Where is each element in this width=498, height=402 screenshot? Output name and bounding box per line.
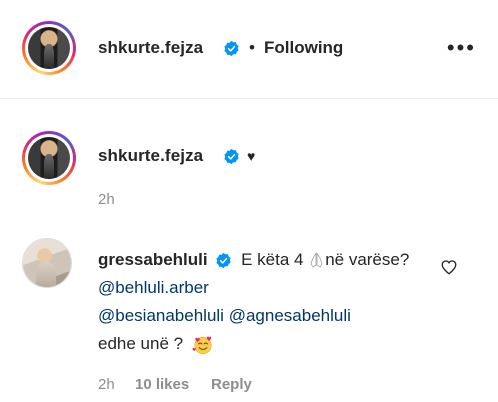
caption-text: ♥	[247, 148, 256, 164]
caption-avatar[interactable]	[22, 131, 76, 185]
mention-link[interactable]: @behluli.arber	[98, 278, 209, 297]
mention-link[interactable]: @besianabehluli	[98, 306, 224, 325]
following-button[interactable]: Following	[264, 38, 343, 58]
header-username[interactable]: shkurte.fejza	[98, 38, 203, 58]
post-header: shkurte.fejza • Following •••	[0, 0, 498, 98]
caption-username[interactable]: shkurte.fejza	[98, 146, 203, 166]
author-avatar[interactable]	[22, 21, 76, 75]
verified-badge-icon	[224, 40, 239, 57]
comment-time[interactable]: 2h	[98, 376, 115, 393]
comment-text-after: në varëse?	[325, 250, 410, 269]
praying-hands-emoji	[310, 252, 323, 268]
commenter-avatar[interactable]	[22, 238, 72, 288]
smiling-hearts-emoji	[192, 336, 212, 354]
comment-likes[interactable]: 10 likes	[135, 376, 189, 393]
header-separator: •	[249, 38, 255, 57]
comment-username[interactable]: gressabehluli	[98, 250, 208, 269]
verified-badge-icon	[224, 148, 239, 165]
reply-button[interactable]: Reply	[211, 376, 252, 393]
caption-time[interactable]: 2h	[98, 191, 115, 208]
comment-text-end: edhe unë ?	[98, 334, 184, 353]
comment-text-before: E këta 4	[241, 250, 304, 269]
more-options-icon[interactable]: •••	[447, 37, 476, 59]
mention-link[interactable]: @agnesabehluli	[229, 306, 351, 325]
header-divider	[0, 98, 498, 99]
verified-badge-icon	[216, 252, 231, 269]
comment-body: gressabehluli E këta 4 në varëse? @behlu…	[98, 246, 428, 358]
heart-outline-icon[interactable]	[440, 258, 458, 276]
